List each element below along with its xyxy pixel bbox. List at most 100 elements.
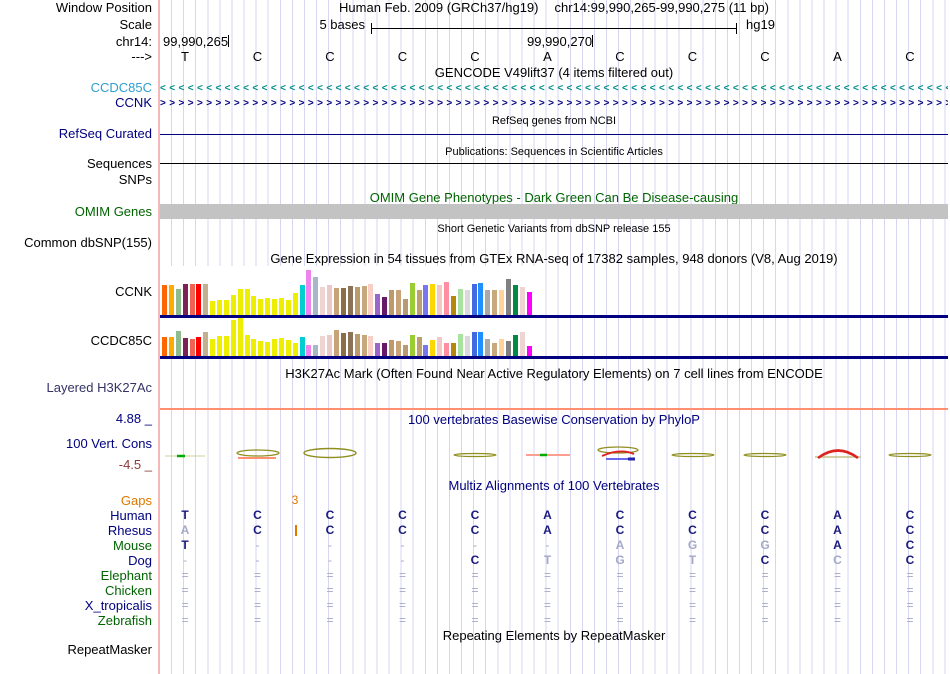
gtex-tissue-bar[interactable] [423, 285, 429, 315]
gtex-tissue-bar[interactable] [423, 345, 429, 356]
alignment-base[interactable]: = [682, 599, 704, 612]
alignment-base[interactable]: G [609, 554, 631, 567]
alignment-base[interactable]: = [537, 584, 559, 597]
common-dbsnp-label[interactable]: Common dbSNP(155) [0, 236, 152, 250]
gtex-tissue-bar[interactable] [210, 339, 216, 356]
repeatmasker-label[interactable]: RepeatMasker [0, 643, 152, 657]
alignment-base[interactable]: A [827, 509, 849, 522]
gtex-tissue-bar[interactable] [471, 332, 477, 356]
alignment-base[interactable]: = [174, 584, 196, 597]
alignment-base[interactable]: = [754, 584, 776, 597]
omim-gene-item[interactable] [160, 204, 948, 219]
gtex-tissue-bar[interactable] [168, 337, 174, 356]
alignment-base[interactable]: = [609, 599, 631, 612]
gtex-tissue-bar[interactable] [196, 284, 202, 315]
gtex-tissue-bar[interactable] [272, 339, 278, 356]
conservation-glyph-ellipse-salmon[interactable] [222, 442, 294, 464]
alignment-base[interactable]: A [827, 524, 849, 537]
gtex-tissue-bar[interactable] [506, 341, 511, 356]
alignment-base[interactable]: = [537, 569, 559, 582]
gtex-tissue-bar[interactable] [457, 289, 463, 315]
gtex-tissue-bar[interactable] [327, 335, 333, 356]
species-label-zebrafish[interactable]: Zebrafish [0, 614, 152, 628]
insertion-marker-icon[interactable] [295, 525, 297, 536]
gtex-tissue-bar[interactable] [478, 283, 484, 315]
gtex-tissue-bar[interactable] [485, 290, 491, 315]
gtex-tissue-bar[interactable] [354, 334, 360, 356]
gtex-tissue-bar[interactable] [450, 343, 456, 356]
alignment-base[interactable]: C [899, 539, 921, 552]
alignment-base[interactable]: = [464, 584, 486, 597]
conservation-glyph-thin[interactable] [874, 442, 946, 464]
gtex-tissue-bar[interactable] [402, 299, 408, 315]
alignment-base[interactable]: = [392, 584, 414, 597]
gene-ccnk-exon-arrows[interactable]: >>>>>>>>>>>>>>>>>>>>>>>>>>>>>>>>>>>>>>>>… [160, 97, 948, 110]
gtex-tissue-bar[interactable] [217, 300, 223, 315]
gtex-tissue-bar[interactable] [340, 333, 346, 356]
alignment-base[interactable]: A [537, 509, 559, 522]
alignment-base[interactable]: = [174, 614, 196, 627]
alignment-base[interactable]: T [537, 554, 559, 567]
gtex-tissue-bar[interactable] [409, 283, 415, 315]
alignment-base[interactable]: - [537, 539, 559, 552]
alignment-base[interactable]: = [392, 569, 414, 582]
gene-label-ccnk[interactable]: CCNK [0, 96, 152, 110]
gtex-tissue-bar[interactable] [395, 341, 401, 356]
alignment-base[interactable]: C [827, 554, 849, 567]
gtex-tissue-bar[interactable] [361, 286, 367, 315]
alignment-base[interactable]: = [682, 614, 704, 627]
species-label-dog[interactable]: Dog [0, 554, 152, 568]
alignment-base[interactable]: C [682, 524, 704, 537]
conservation-glyph-salmon-green[interactable] [512, 442, 584, 464]
gtex-tissue-bar[interactable] [265, 298, 271, 315]
alignment-base[interactable]: = [754, 569, 776, 582]
gtex-tissue-bar[interactable] [485, 339, 491, 356]
window-position-label[interactable]: Window Position [0, 1, 152, 15]
snps-label[interactable]: SNPs [0, 173, 152, 187]
species-label-x_tropicalis[interactable]: X_tropicalis [0, 599, 152, 613]
gtex-tissue-bar[interactable] [230, 320, 236, 356]
alignment-base[interactable]: = [827, 599, 849, 612]
gtex-tissue-bar[interactable] [389, 340, 395, 356]
refseq-curated-label[interactable]: RefSeq Curated [0, 127, 152, 141]
species-label-elephant[interactable]: Elephant [0, 569, 152, 583]
alignment-base[interactable]: = [899, 599, 921, 612]
species-label-human[interactable]: Human [0, 509, 152, 523]
gtex-tissue-bar[interactable] [519, 287, 525, 315]
gtex-tissue-bar[interactable] [347, 332, 353, 356]
alignment-base[interactable]: A [537, 524, 559, 537]
sequences-label[interactable]: Sequences [0, 157, 152, 171]
gtex-tissue-bar[interactable] [430, 284, 436, 315]
gtex-tissue-bar[interactable] [230, 295, 236, 315]
alignment-base[interactable]: - [247, 554, 269, 567]
gtex-tissue-bar[interactable] [182, 284, 188, 315]
gtex-tissue-bar[interactable] [416, 290, 422, 315]
alignment-base[interactable]: A [174, 524, 196, 537]
gtex-tissue-bar[interactable] [444, 282, 450, 315]
alignment-base[interactable]: = [609, 614, 631, 627]
alignment-base[interactable]: = [319, 599, 341, 612]
gtex-tissue-bar[interactable] [168, 285, 174, 315]
alignment-base[interactable]: - [392, 539, 414, 552]
gtex-ccdc85c-barchart[interactable] [160, 318, 535, 356]
gtex-tissue-bar[interactable] [471, 284, 477, 315]
gtex-tissue-bar[interactable] [182, 338, 188, 356]
strand-label[interactable]: ---> [0, 50, 152, 64]
alignment-base[interactable]: = [464, 614, 486, 627]
gtex-ccdc85c-label[interactable]: CCDC85C [0, 334, 152, 348]
gtex-tissue-bar[interactable] [306, 345, 312, 356]
gtex-tissue-bar[interactable] [203, 332, 209, 356]
alignment-base[interactable]: C [754, 554, 776, 567]
gtex-tissue-bar[interactable] [299, 337, 305, 356]
gtex-tissue-bar[interactable] [162, 337, 167, 356]
alignment-base[interactable]: - [319, 539, 341, 552]
alignment-base[interactable]: C [899, 554, 921, 567]
gtex-tissue-bar[interactable] [409, 335, 415, 356]
gtex-tissue-bar[interactable] [251, 339, 257, 356]
gtex-tissue-bar[interactable] [244, 289, 250, 315]
gtex-tissue-bar[interactable] [382, 297, 388, 315]
alignment-base[interactable]: C [754, 524, 776, 537]
gtex-tissue-bar[interactable] [512, 335, 518, 356]
gtex-tissue-bar[interactable] [506, 279, 511, 315]
alignment-base[interactable]: - [247, 539, 269, 552]
